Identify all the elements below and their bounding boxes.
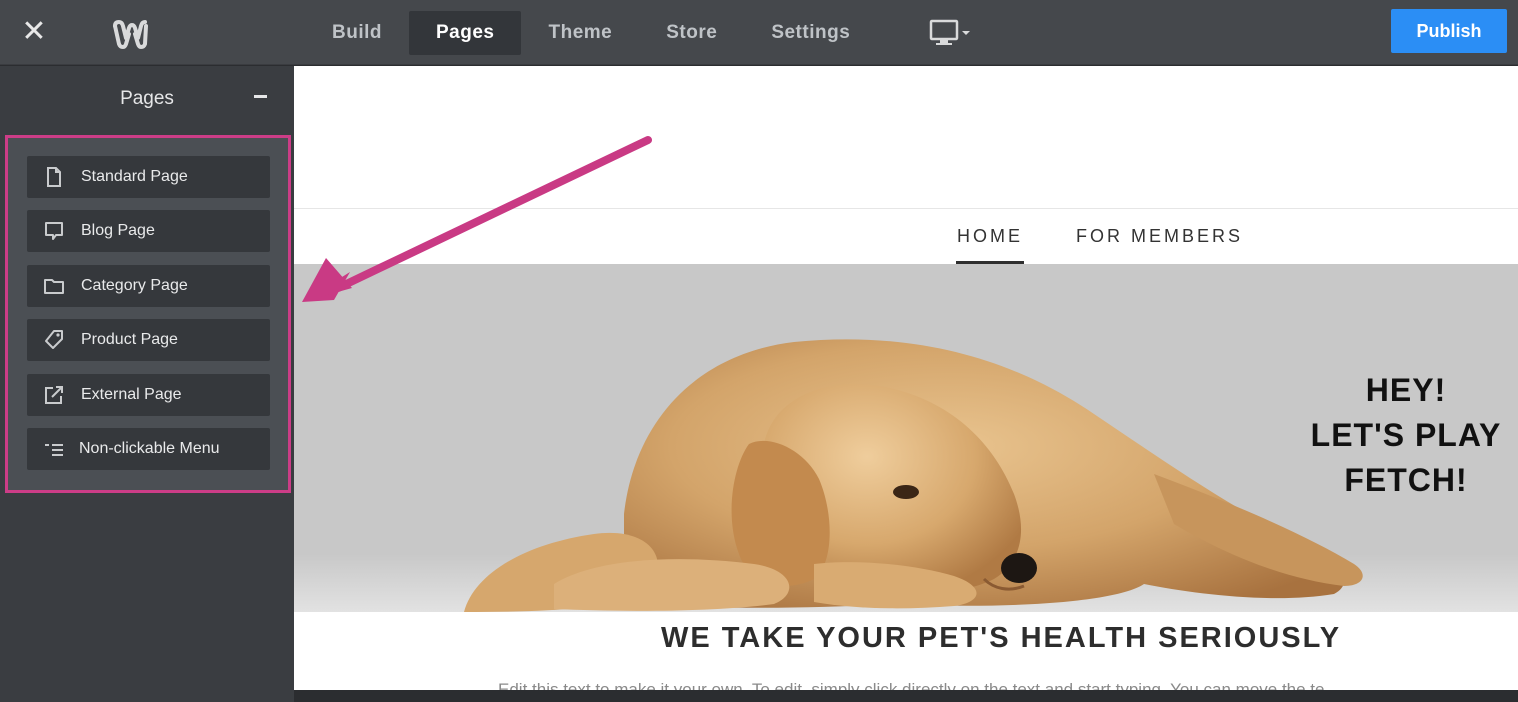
- site-nav-home[interactable]: HOME: [957, 226, 1023, 264]
- page-type-label: External Page: [81, 386, 182, 403]
- tab-build[interactable]: Build: [305, 11, 409, 55]
- document-icon: [47, 167, 61, 187]
- hero-banner[interactable]: HEY! LET'S PLAY FETCH!: [294, 264, 1518, 612]
- close-icon[interactable]: ✕: [20, 17, 48, 47]
- hero-headline: HEY! LET'S PLAY FETCH!: [1301, 368, 1511, 503]
- speech-bubble-icon: [45, 222, 63, 240]
- folder-icon: [44, 279, 64, 294]
- page-type-label: Blog Page: [81, 222, 155, 239]
- preview-bottom-edge: [294, 690, 1518, 702]
- category-page-button[interactable]: Category Page: [27, 265, 270, 307]
- hero-line: LET'S PLAY: [1310, 417, 1502, 453]
- blog-page-button[interactable]: Blog Page: [27, 210, 270, 252]
- hero-line: FETCH!: [1344, 462, 1468, 498]
- site-nav-for-members[interactable]: FOR MEMBERS: [1076, 226, 1243, 264]
- external-page-button[interactable]: External Page: [27, 374, 270, 416]
- sidebar-title: Pages: [120, 88, 174, 109]
- minus-icon[interactable]: [252, 82, 270, 108]
- page-type-label: Non-clickable Menu: [79, 440, 220, 457]
- indented-list-icon: [45, 444, 63, 456]
- non-clickable-menu-button[interactable]: Non-clickable Menu: [27, 428, 270, 470]
- section-title[interactable]: WE TAKE YOUR PET'S HEALTH SERIOUSLY: [294, 622, 1518, 655]
- tab-store[interactable]: Store: [639, 11, 744, 55]
- desktop-monitor-icon[interactable]: [928, 19, 972, 47]
- page-type-label: Category Page: [81, 277, 188, 294]
- tab-pages[interactable]: Pages: [409, 11, 522, 55]
- top-toolbar: ✕ Build Pages Theme Store Settings Publi…: [0, 0, 1518, 65]
- publish-button[interactable]: Publish: [1391, 9, 1507, 53]
- body-paragraph[interactable]: Edit this text to make it your own. To e…: [498, 680, 1324, 690]
- page-type-list: Standard Page Blog Page Category Page Pr…: [5, 135, 291, 493]
- tab-theme[interactable]: Theme: [521, 11, 639, 55]
- tab-settings[interactable]: Settings: [744, 11, 877, 55]
- tag-icon: [45, 330, 63, 349]
- external-link-icon: [45, 386, 63, 404]
- pages-sidebar: Pages Standard Page Blog Page Category P…: [0, 66, 294, 702]
- hero-line: HEY!: [1365, 372, 1447, 408]
- product-page-button[interactable]: Product Page: [27, 319, 270, 361]
- header-divider: [294, 208, 1518, 209]
- page-type-label: Product Page: [81, 331, 178, 348]
- site-navigation: HOME FOR MEMBERS: [294, 226, 1518, 264]
- sidebar-header: Pages: [0, 66, 294, 130]
- main-nav-tabs: Build Pages Theme Store Settings: [305, 11, 877, 55]
- standard-page-button[interactable]: Standard Page: [27, 156, 270, 198]
- weebly-logo-icon[interactable]: [112, 20, 148, 50]
- site-preview: HOME FOR MEMBERS HEY! LET'S PLAY FETCH! …: [294, 66, 1518, 690]
- page-type-label: Standard Page: [81, 168, 188, 185]
